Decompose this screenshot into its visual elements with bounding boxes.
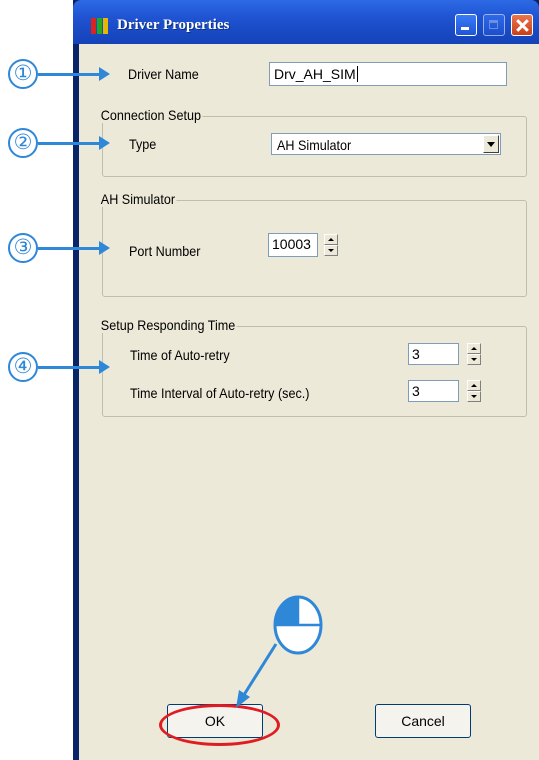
spin-down-icon[interactable] [467, 391, 481, 402]
arrow-icon [99, 241, 110, 255]
app-icon [91, 18, 113, 34]
responding-time-title: Setup Responding Time [99, 317, 238, 333]
maximize-button[interactable] [483, 14, 505, 36]
port-number-label: Port Number [129, 243, 201, 259]
type-label: Type [129, 136, 157, 152]
port-number-input[interactable]: 10003 [268, 233, 318, 257]
driver-name-input[interactable]: Drv_AH_SIM [269, 62, 507, 86]
callout-2: ② [8, 128, 38, 158]
minimize-button[interactable] [455, 14, 477, 36]
chevron-down-icon[interactable] [483, 135, 499, 153]
driver-name-label: Driver Name [128, 66, 199, 82]
callout-4-arrow [38, 366, 100, 369]
ok-highlight-ellipse [159, 704, 280, 746]
window-title: Driver Properties [117, 17, 230, 33]
arrow-icon [99, 360, 110, 374]
retry-interval-input[interactable]: 3 [408, 380, 459, 402]
cancel-button[interactable]: Cancel [375, 704, 471, 738]
type-value: AH Simulator [277, 137, 352, 153]
spin-down-icon[interactable] [467, 354, 481, 365]
auto-retry-label: Time of Auto-retry [130, 347, 230, 363]
responding-time-group: Setup Responding Time [99, 317, 527, 417]
click-pointer-arrow [236, 643, 278, 708]
arrow-icon [99, 136, 110, 150]
port-number-spinner[interactable] [324, 234, 338, 256]
callout-3: ③ [8, 233, 38, 263]
title-bar[interactable]: Driver Properties [73, 0, 539, 44]
ah-simulator-title: AH Simulator [99, 191, 177, 207]
spin-down-icon[interactable] [324, 245, 338, 256]
spin-up-icon[interactable] [324, 234, 338, 245]
spin-up-icon[interactable] [467, 343, 481, 354]
auto-retry-input[interactable]: 3 [408, 343, 459, 365]
auto-retry-spinner[interactable] [467, 343, 481, 365]
callout-1-arrow [38, 73, 100, 76]
callout-1: ① [8, 59, 38, 89]
arrow-icon [99, 67, 110, 81]
connection-setup-title: Connection Setup [99, 107, 203, 123]
callout-3-arrow [38, 247, 100, 250]
spin-up-icon[interactable] [467, 380, 481, 391]
driver-name-value: Drv_AH_SIM [274, 66, 356, 82]
retry-interval-label: Time Interval of Auto-retry (sec.) [130, 385, 310, 401]
retry-interval-spinner[interactable] [467, 380, 481, 402]
callout-4: ④ [8, 352, 38, 382]
callout-2-arrow [38, 142, 100, 145]
type-dropdown[interactable]: AH Simulator [271, 133, 501, 155]
close-button[interactable] [511, 14, 533, 36]
